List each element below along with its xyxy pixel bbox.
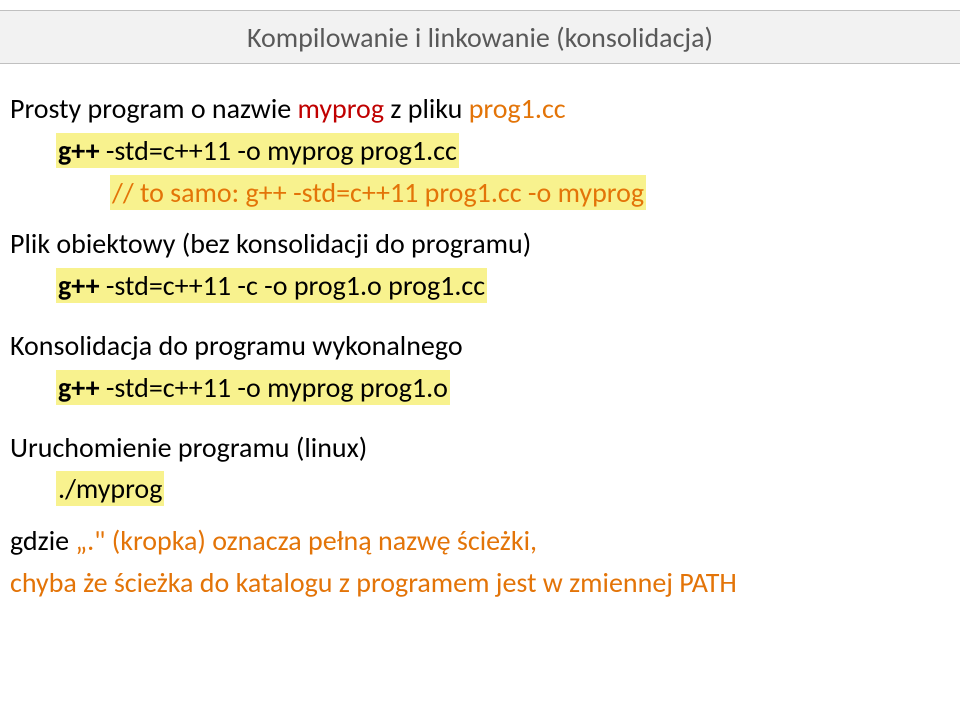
cmd-comment: // to samo: g++ -std=c++11 prog1.cc -o m… — [110, 175, 646, 210]
cmd-rest: -std=c++11 -c -o prog1.o prog1.cc — [100, 268, 486, 303]
command-1: g++ -std=c++11 -o myprog prog1.cc — [10, 132, 950, 170]
slide-title: Kompilowanie i linkowanie (konsolidacja) — [247, 20, 713, 55]
title-bar: Kompilowanie i linkowanie (konsolidacja) — [0, 10, 960, 64]
text: Uruchomienie programu (linux) — [10, 430, 367, 465]
text-objectfile: Plik obiektowy (bez konsolidacji do prog… — [10, 225, 950, 263]
progname: myprog — [298, 91, 385, 126]
text: Prosty program o nazwie — [10, 91, 298, 126]
text-orange: „." (kropka) oznacza pełną nazwę ścieżki… — [75, 523, 537, 558]
text-note-1: gdzie „." (kropka) oznacza pełną nazwę ś… — [10, 522, 950, 560]
text: z pliku — [384, 91, 469, 126]
command-3: g++ -std=c++11 -o myprog prog1.o — [10, 369, 950, 407]
command-1-alt: // to samo: g++ -std=c++11 prog1.cc -o m… — [10, 174, 950, 212]
text: Konsolidacja do programu wykonalnego — [10, 328, 463, 363]
cmd-bold: g++ — [58, 268, 100, 303]
text-run: Uruchomienie programu (linux) — [10, 429, 950, 467]
command-2: g++ -std=c++11 -c -o prog1.o prog1.cc — [10, 267, 950, 305]
intro-line: Prosty program o nazwie myprog z pliku p… — [10, 90, 950, 128]
filename: prog1.cc — [469, 91, 566, 126]
text-link: Konsolidacja do programu wykonalnego — [10, 327, 950, 365]
cmd-rest: -std=c++11 -o myprog prog1.o — [100, 370, 448, 405]
text-note-2: chyba że ścieżka do katalogu z programem… — [10, 564, 950, 602]
text: chyba że ścieżka do katalogu z programem… — [10, 565, 737, 600]
cmd-run: ./myprog — [56, 471, 164, 506]
text: Plik obiektowy (bez konsolidacji do prog… — [10, 226, 531, 261]
command-run: ./myprog — [10, 470, 950, 508]
cmd-bold: g++ — [58, 370, 100, 405]
cmd-rest: -std=c++11 -o myprog prog1.cc — [100, 133, 457, 168]
cmd-bold: g++ — [58, 133, 100, 168]
text: gdzie — [10, 523, 75, 558]
slide-content: Prosty program o nazwie myprog z pliku p… — [10, 90, 950, 606]
